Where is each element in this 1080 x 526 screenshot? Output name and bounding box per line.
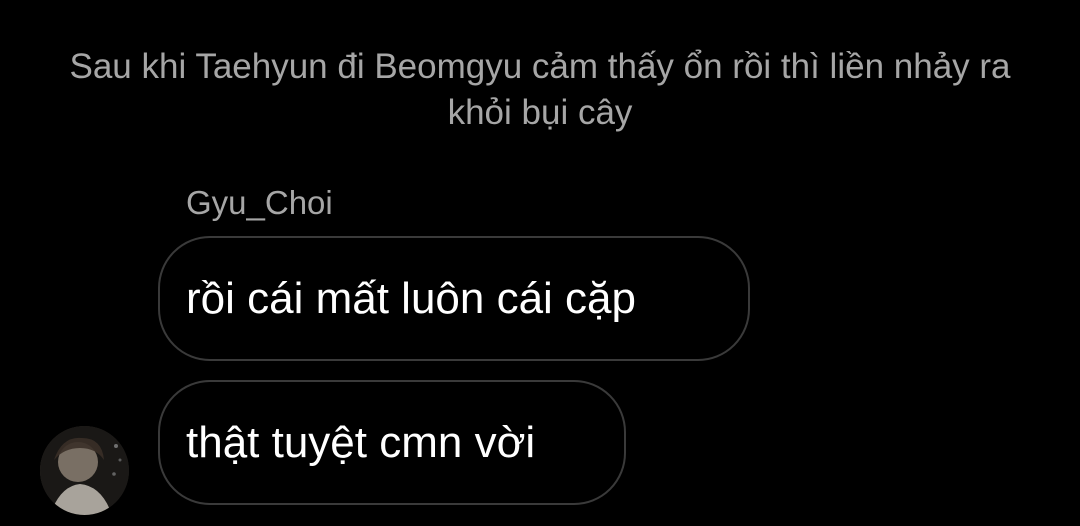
message-bubble[interactable]: rồi cái mất luôn cái cặp: [158, 236, 750, 361]
message-bubble[interactable]: thật tuyệt cmn vời: [158, 380, 626, 505]
message-text: rồi cái mất luôn cái cặp: [186, 273, 636, 323]
message-text: thật tuyệt cmn vời: [186, 417, 536, 467]
sender-name: Gyu_Choi: [186, 184, 333, 221]
avatar-photo: [40, 426, 129, 515]
narration-text: Sau khi Taehyun đi Beomgyu cảm thấy ổn r…: [69, 47, 1011, 132]
avatar[interactable]: [40, 426, 129, 515]
